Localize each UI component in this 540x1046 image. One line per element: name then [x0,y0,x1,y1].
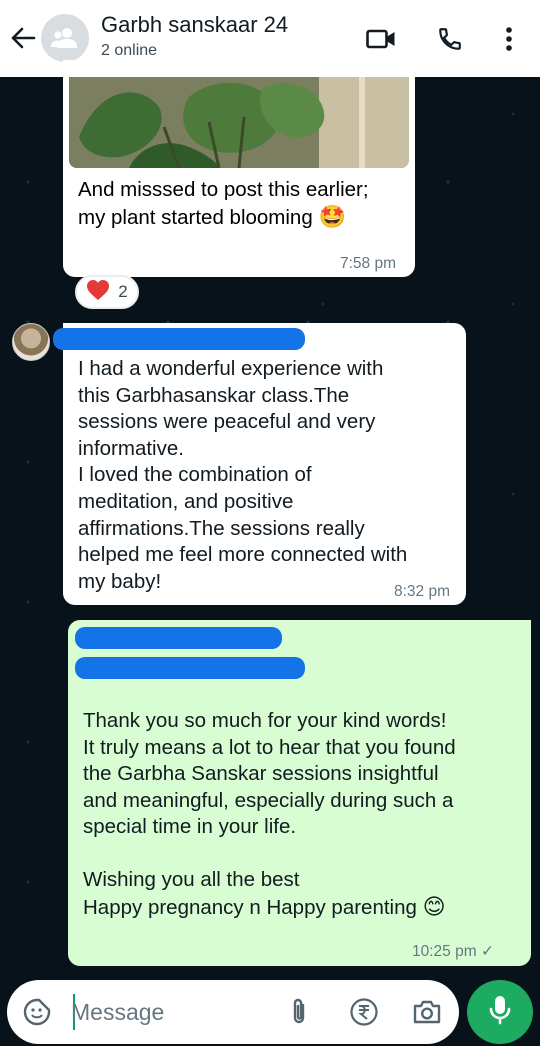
message-text: Thank you so much for your kind words! I… [83,709,456,839]
attach-icon[interactable] [283,996,315,1028]
message-time: 10:25 pm ✓ [412,942,494,961]
camera-icon[interactable] [411,996,443,1028]
message-time: 8:32 pm [394,583,451,600]
redacted-sender-name [53,328,305,350]
reaction-count: 2 [118,282,128,301]
message-bubble-incoming[interactable]: I had a wonderful experience with this G… [53,323,466,605]
message-text-2: Wishing you all the best Happy pregnancy… [83,867,523,921]
more-vert-icon[interactable] [492,22,526,56]
message-time-text: 10:25 pm [412,943,477,960]
star-struck-emoji-icon: 🤩 [318,203,346,229]
mic-button[interactable] [467,980,533,1044]
heart-icon [86,279,110,306]
message-input-bar [7,980,459,1044]
chat-title-area[interactable]: Garbh sanskaar 24 2 online [101,12,288,60]
smiling-emoji-icon: 😊 [422,893,446,919]
sticker-icon[interactable] [21,996,53,1028]
message-text-content: Wishing you all the best Happy pregnancy… [83,868,417,919]
redacted-quote-line [75,627,282,649]
rupee-icon[interactable] [348,996,380,1028]
message-text: I had a wonderful experience with this G… [78,357,408,593]
reaction-badge[interactable]: 2 [75,275,139,309]
message-photo[interactable] [69,77,409,168]
group-avatar-icon[interactable] [41,14,89,62]
message-input[interactable] [71,996,271,1028]
phone-icon[interactable] [433,22,467,56]
chat-title: Garbh sanskaar 24 [101,12,289,37]
sent-check-icon: ✓ [480,943,494,960]
redacted-quote-line [75,657,305,679]
video-call-icon[interactable] [364,22,398,56]
message-time: 7:58 pm [340,255,397,272]
back-arrow-icon[interactable] [8,20,38,56]
chat-subtitle: 2 online [101,42,158,59]
mic-icon [489,995,511,1030]
sender-avatar[interactable] [12,323,50,361]
message-text: And misssed to post this earlier; my pla… [78,177,408,231]
message-bubble-outgoing[interactable]: Thank you so much for your kind words! I… [68,620,531,966]
